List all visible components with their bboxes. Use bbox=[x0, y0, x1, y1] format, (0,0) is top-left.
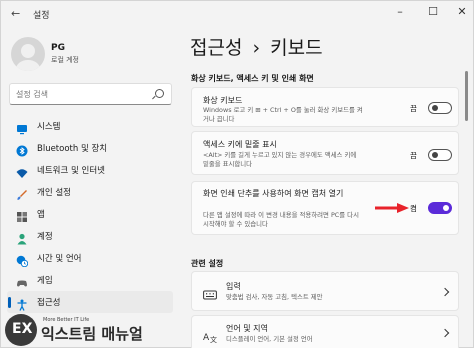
section-title-related: 관련 설정 bbox=[191, 259, 224, 268]
toggle-state-label: 끔 bbox=[410, 151, 417, 160]
print-screen-capture-toggle[interactable] bbox=[428, 202, 452, 214]
setting-title: 언어 및 지역 bbox=[226, 324, 268, 333]
breadcrumb-separator: › bbox=[252, 37, 261, 59]
globe-clock-icon bbox=[16, 252, 29, 268]
breadcrumb-current: 키보드 bbox=[270, 37, 323, 59]
back-arrow-icon[interactable]: ← bbox=[11, 7, 25, 21]
section-title-keyboard: 화상 키보드, 액세스 키 및 인쇄 화면 bbox=[191, 74, 314, 83]
sidebar-item-label: 시스템 bbox=[37, 122, 61, 132]
sidebar-item-gaming[interactable]: 게임 bbox=[7, 269, 173, 291]
app-title: 설정 bbox=[33, 11, 50, 21]
setting-description: Windows 로고 키 ⊞ + Ctrl + O를 눌러 화상 키보드를 켜거… bbox=[203, 106, 363, 123]
settings-window: ← 설정 – ☐ ✕ PG 로컬 계정 시스템 Bluetooth 및 장치 bbox=[0, 0, 474, 348]
setting-description: 다른 앱 설정에 따라 이 변경 내용을 적용하려면 PC를 다시 시작해야 할… bbox=[203, 211, 359, 228]
related-row-typing[interactable]: 입력 맞춤법 검사, 자동 고침, 텍스트 제안 bbox=[191, 271, 459, 311]
sidebar-item-personalization[interactable]: 개인 설정 bbox=[7, 181, 173, 203]
chevron-right-icon bbox=[440, 287, 450, 297]
chevron-right-icon bbox=[440, 328, 450, 338]
sidebar-nav: 시스템 Bluetooth 및 장치 네트워크 및 인터넷 개인 설정 앱 계정… bbox=[7, 115, 173, 313]
red-arrow-icon bbox=[375, 203, 409, 213]
bluetooth-icon bbox=[16, 142, 28, 157]
setting-title: 입력 bbox=[226, 282, 241, 291]
search-input[interactable] bbox=[16, 87, 146, 101]
svg-text:文: 文 bbox=[210, 335, 217, 343]
accessibility-icon bbox=[16, 296, 28, 311]
sidebar-item-accounts[interactable]: 계정 bbox=[7, 225, 173, 247]
toggle-state-label: 끔 bbox=[410, 104, 417, 113]
sidebar-item-bluetooth[interactable]: Bluetooth 및 장치 bbox=[7, 137, 173, 159]
keyboard-icon bbox=[203, 286, 217, 300]
monitor-icon bbox=[16, 120, 28, 135]
sidebar-item-label: 접근성 bbox=[37, 298, 61, 308]
setting-row-onscreen-keyboard[interactable]: 화상 키보드 Windows 로고 키 ⊞ + Ctrl + O를 눌러 화상 … bbox=[191, 87, 459, 127]
sidebar-item-label: Bluetooth 및 장치 bbox=[37, 144, 108, 154]
avatar bbox=[11, 37, 45, 71]
toggle-knob bbox=[432, 152, 438, 158]
settings-search[interactable] bbox=[9, 83, 172, 105]
setting-title: 화면 인쇄 단추를 사용하여 화면 캡처 열기 bbox=[203, 189, 344, 198]
sidebar-item-accessibility[interactable]: 접근성 bbox=[7, 291, 173, 313]
scrollbar[interactable] bbox=[465, 71, 468, 121]
profile-name: PG bbox=[51, 43, 65, 53]
sidebar-item-label: 네트워크 및 인터넷 bbox=[37, 166, 105, 176]
sidebar-item-label: 게임 bbox=[37, 276, 53, 286]
related-row-language-region[interactable]: A文 언어 및 지역 디스플레이 언어, 기본 설정 언어 bbox=[191, 315, 459, 348]
person-icon bbox=[16, 230, 28, 245]
setting-row-underline-access-keys[interactable]: 액세스 키에 밑줄 표시 <Alt> 키를 길게 누르고 있지 않는 경우에도 … bbox=[191, 131, 459, 175]
page-title: 접근성 › 키보드 bbox=[190, 33, 323, 60]
setting-description: 디스플레이 언어, 기본 설정 언어 bbox=[226, 335, 313, 343]
wifi-icon bbox=[16, 164, 28, 178]
sidebar-item-label: 앱 bbox=[37, 210, 45, 220]
gamepad-icon bbox=[16, 274, 28, 287]
setting-title: 화상 키보드 bbox=[203, 96, 243, 105]
sidebar-item-network[interactable]: 네트워크 및 인터넷 bbox=[7, 159, 173, 181]
setting-row-print-screen-capture[interactable]: 화면 인쇄 단추를 사용하여 화면 캡처 열기 다른 앱 설정에 따라 이 변경… bbox=[191, 181, 459, 235]
underline-access-keys-toggle[interactable] bbox=[428, 149, 452, 161]
setting-description: 맞춤법 검사, 자동 고침, 텍스트 제안 bbox=[226, 293, 323, 301]
language-icon: A文 bbox=[203, 328, 217, 344]
apps-icon bbox=[16, 208, 28, 222]
sidebar-item-system[interactable]: 시스템 bbox=[7, 115, 173, 137]
sidebar-item-label: 개인 설정 bbox=[37, 188, 71, 198]
sidebar-item-apps[interactable]: 앱 bbox=[7, 203, 173, 225]
profile-account-type: 로컬 계정 bbox=[51, 56, 79, 64]
sidebar-item-label: 계정 bbox=[37, 232, 53, 242]
close-button[interactable]: ✕ bbox=[452, 4, 472, 20]
watermark-logo: EX bbox=[5, 314, 37, 346]
sidebar-item-time-language[interactable]: 시간 및 언어 bbox=[7, 247, 173, 269]
svg-text:A: A bbox=[203, 333, 210, 343]
toggle-state-label: 켬 bbox=[410, 204, 417, 213]
watermark-name: 익스트림 매뉴얼 bbox=[41, 325, 143, 343]
sidebar-item-label: 시간 및 언어 bbox=[37, 254, 82, 264]
toggle-knob bbox=[443, 205, 449, 211]
brush-icon bbox=[16, 186, 28, 200]
toggle-knob bbox=[432, 105, 438, 111]
breadcrumb-parent[interactable]: 접근성 bbox=[190, 37, 242, 59]
onscreen-keyboard-toggle[interactable] bbox=[428, 102, 452, 114]
minimize-button[interactable]: – bbox=[390, 4, 410, 20]
search-icon[interactable] bbox=[155, 89, 164, 98]
setting-title: 액세스 키에 밑줄 표시 bbox=[203, 140, 277, 149]
maximize-button[interactable]: ☐ bbox=[423, 4, 443, 20]
setting-description: <Alt> 키를 길게 누르고 있지 않는 경우에도 액세스 키에 밑줄을 표시… bbox=[203, 151, 357, 168]
title-bar: ← 설정 – ☐ ✕ bbox=[1, 1, 474, 27]
